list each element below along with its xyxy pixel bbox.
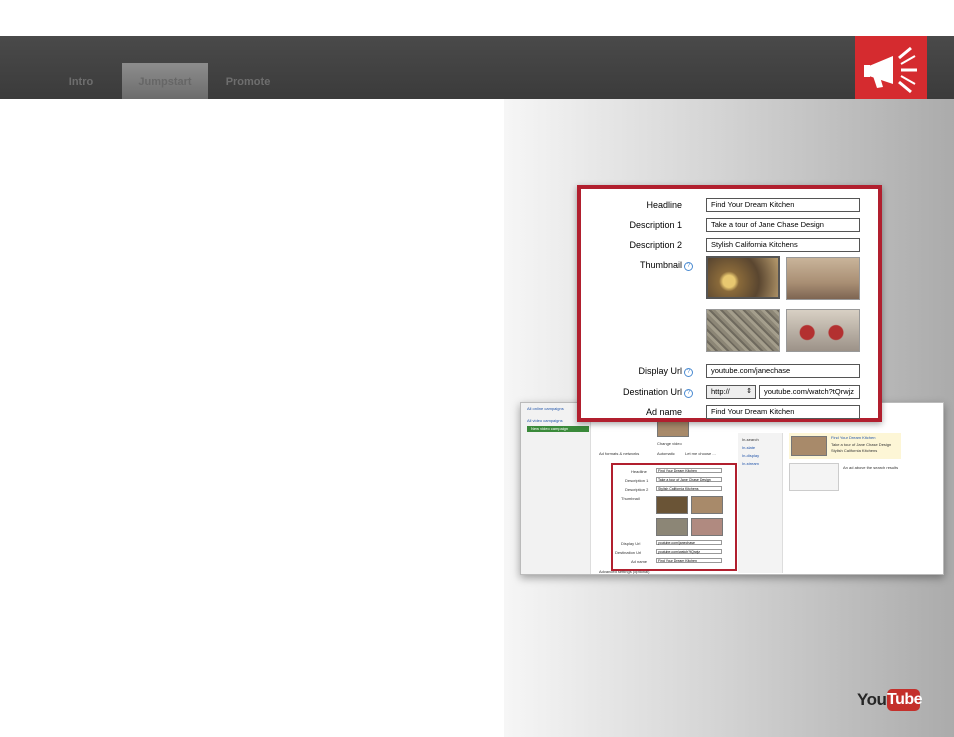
format-in-display[interactable]: In-display — [742, 453, 759, 458]
preview-thumbnail — [791, 436, 827, 456]
ad-formats-label: Ad formats & networks — [599, 451, 640, 456]
ad-name-field[interactable]: Find Your Dream Kitchen — [706, 405, 860, 419]
mini-ad-name-field[interactable]: Find Your Dream Kitchen — [656, 558, 722, 563]
mini-display-url-field[interactable]: youtube.com/janechase — [656, 540, 722, 545]
format-in-stream[interactable]: In-stream — [742, 461, 759, 466]
destination-url-field[interactable]: youtube.com/watch?tQrwjz — [759, 385, 860, 399]
search-results-preview — [789, 463, 839, 491]
format-pane: In-search In-slate In-display In-stream — [738, 433, 783, 573]
ad-form-callout: Headline Find Your Dream Kitchen Descrip… — [577, 185, 882, 422]
thumbnail-label: Thumbnail? — [640, 260, 693, 271]
preview-line-1: Take a tour of Jane Chase Design — [831, 442, 892, 447]
ad-preview: Find Your Dream Kitchen Take a tour of J… — [789, 433, 901, 459]
mini-description2-label: Description 2 — [625, 487, 649, 492]
change-video-button[interactable]: Change video — [657, 441, 682, 446]
youtube-logo-you: You — [857, 690, 887, 709]
thumbnail-option-2[interactable] — [786, 257, 860, 300]
tab-intro[interactable]: Intro — [46, 63, 116, 99]
preview-title[interactable]: Find Your Dream Kitchen — [831, 435, 875, 440]
help-icon[interactable]: ? — [684, 389, 693, 398]
description2-field[interactable]: Stylish California Kitchens — [706, 238, 860, 252]
mini-headline-field[interactable]: Find Your Dream Kitchen — [656, 468, 722, 473]
let-me-choose-radio[interactable]: Let me choose ... — [685, 451, 716, 456]
campaign-sidebar: All online campaigns All video campaigns… — [521, 403, 591, 574]
tab-promote[interactable]: Promote — [212, 63, 284, 99]
sidebar-item-all-video[interactable]: All video campaigns — [527, 418, 563, 423]
description2-label: Description 2 — [629, 240, 682, 250]
mini-thumb-2[interactable] — [691, 496, 723, 514]
sidebar-item-all-online[interactable]: All online campaigns — [527, 406, 564, 411]
mini-headline-label: Headline — [631, 469, 647, 474]
mini-thumb-1[interactable] — [656, 496, 688, 514]
help-icon[interactable]: ? — [684, 368, 693, 377]
ad-name-label: Ad name — [645, 407, 682, 417]
mini-ad-name-label: Ad name — [631, 559, 648, 564]
mini-description2-field[interactable]: Stylish California Kitchens — [656, 486, 722, 491]
megaphone-icon — [855, 36, 927, 99]
sidebar-item-new-video[interactable]: New video campaign — [527, 426, 589, 432]
format-in-slate[interactable]: In-slate — [742, 445, 755, 450]
mini-description1-label: Description 1 — [625, 478, 649, 483]
headline-field[interactable]: Find Your Dream Kitchen — [706, 198, 860, 212]
display-url-field[interactable]: youtube.com/janechase — [706, 364, 860, 378]
automatic-radio[interactable]: Automatic — [657, 451, 675, 456]
tab-jumpstart[interactable]: Jumpstart — [122, 63, 208, 99]
search-note: An ad above the search results — [843, 465, 899, 470]
description1-field[interactable]: Take a tour of Jane Chase Design — [706, 218, 860, 232]
advanced-settings-link[interactable]: Advanced settings (optional) — [599, 569, 649, 574]
select-arrows-icon: ⇕ — [746, 388, 752, 395]
thumbnail-option-4[interactable] — [786, 309, 860, 352]
youtube-logo: You Tube — [857, 688, 923, 712]
protocol-select[interactable]: http:// ⇕ — [706, 385, 756, 399]
mini-destination-url-field[interactable]: youtube.com/watch?tQrwjz — [656, 549, 722, 554]
thumbnail-option-1[interactable] — [706, 256, 780, 299]
mini-thumb-4[interactable] — [691, 518, 723, 536]
preview-line-2: Stylish California Kitchens — [831, 448, 878, 453]
mini-description1-field[interactable]: Take a tour of Jane Chase Design — [656, 477, 722, 482]
mini-display-url-label: Display Url — [621, 541, 641, 546]
mini-thumb-3[interactable] — [656, 518, 688, 536]
help-icon[interactable]: ? — [684, 262, 693, 271]
mini-thumbnail-label: Thumbnail — [621, 496, 640, 501]
format-in-search[interactable]: In-search — [742, 437, 759, 442]
headline-label: Headline — [646, 200, 682, 210]
mini-destination-url-label: Destination Url — [615, 550, 642, 555]
youtube-logo-tube: Tube — [887, 689, 923, 711]
thumbnail-option-3[interactable] — [706, 309, 780, 352]
destination-url-label: Destination Url? — [623, 387, 693, 398]
description1-label: Description 1 — [629, 220, 682, 230]
adwords-screenshot: All online campaigns All video campaigns… — [520, 402, 944, 575]
protocol-value: http:// — [711, 387, 730, 396]
display-url-label: Display Url? — [638, 366, 693, 377]
